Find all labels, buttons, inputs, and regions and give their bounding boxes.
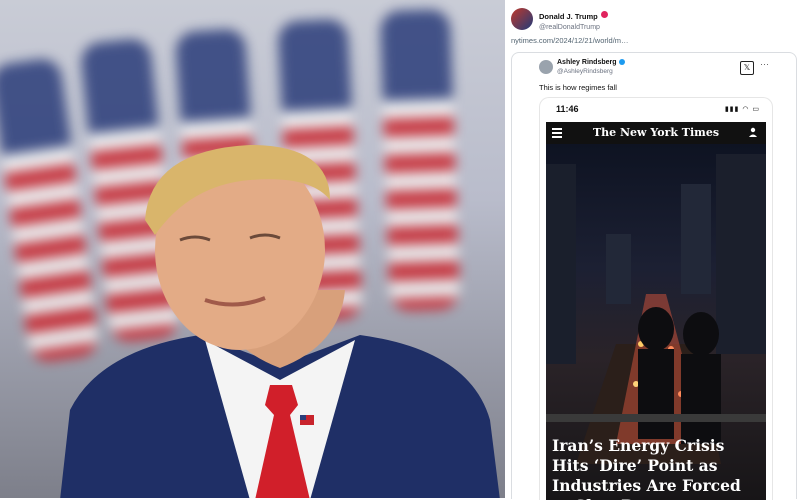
user-icon[interactable]: [748, 127, 758, 137]
quote-author-handle[interactable]: @AshleyRindsberg: [557, 68, 613, 75]
quoted-tweet[interactable]: Ashley Rindsberg @AshleyRindsberg 𝕏 ··· …: [511, 52, 797, 500]
person-silhouette: [60, 145, 500, 498]
author-handle[interactable]: @realDonaldTrump: [539, 24, 608, 31]
article-link[interactable]: nytimes.com/2024/12/21/world/m…: [511, 36, 629, 45]
ellipsis-icon[interactable]: ···: [760, 59, 769, 69]
quote-avatar[interactable]: [539, 60, 553, 74]
x-logo-icon[interactable]: 𝕏: [740, 61, 754, 75]
verified-badge-icon: [600, 11, 608, 19]
tweet-header: Donald J. Trump @realDonaldTrump: [511, 6, 608, 31]
verified-badge-icon: [618, 59, 625, 66]
article-headline[interactable]: Iran’s Energy Crisis Hits ‘Dire’ Point a…: [552, 436, 762, 500]
avatar[interactable]: [511, 7, 533, 30]
status-time: 11:46: [556, 104, 579, 114]
quote-text: This is how regimes fall: [539, 83, 617, 92]
masthead: The New York Times: [592, 126, 720, 139]
quote-author-name[interactable]: Ashley Rindsberg: [557, 59, 625, 66]
photo-trump: [0, 0, 505, 498]
author-name[interactable]: Donald J. Trump: [539, 12, 598, 21]
phone-screenshot: 11:46 ▮▮▮ ◠ ▭ The New York Times Iran’s …: [539, 97, 773, 500]
tweet-panel: Donald J. Trump @realDonaldTrump nytimes…: [505, 0, 800, 500]
status-icons: ▮▮▮ ◠ ▭: [724, 106, 760, 113]
nyt-header: The New York Times: [546, 122, 766, 144]
